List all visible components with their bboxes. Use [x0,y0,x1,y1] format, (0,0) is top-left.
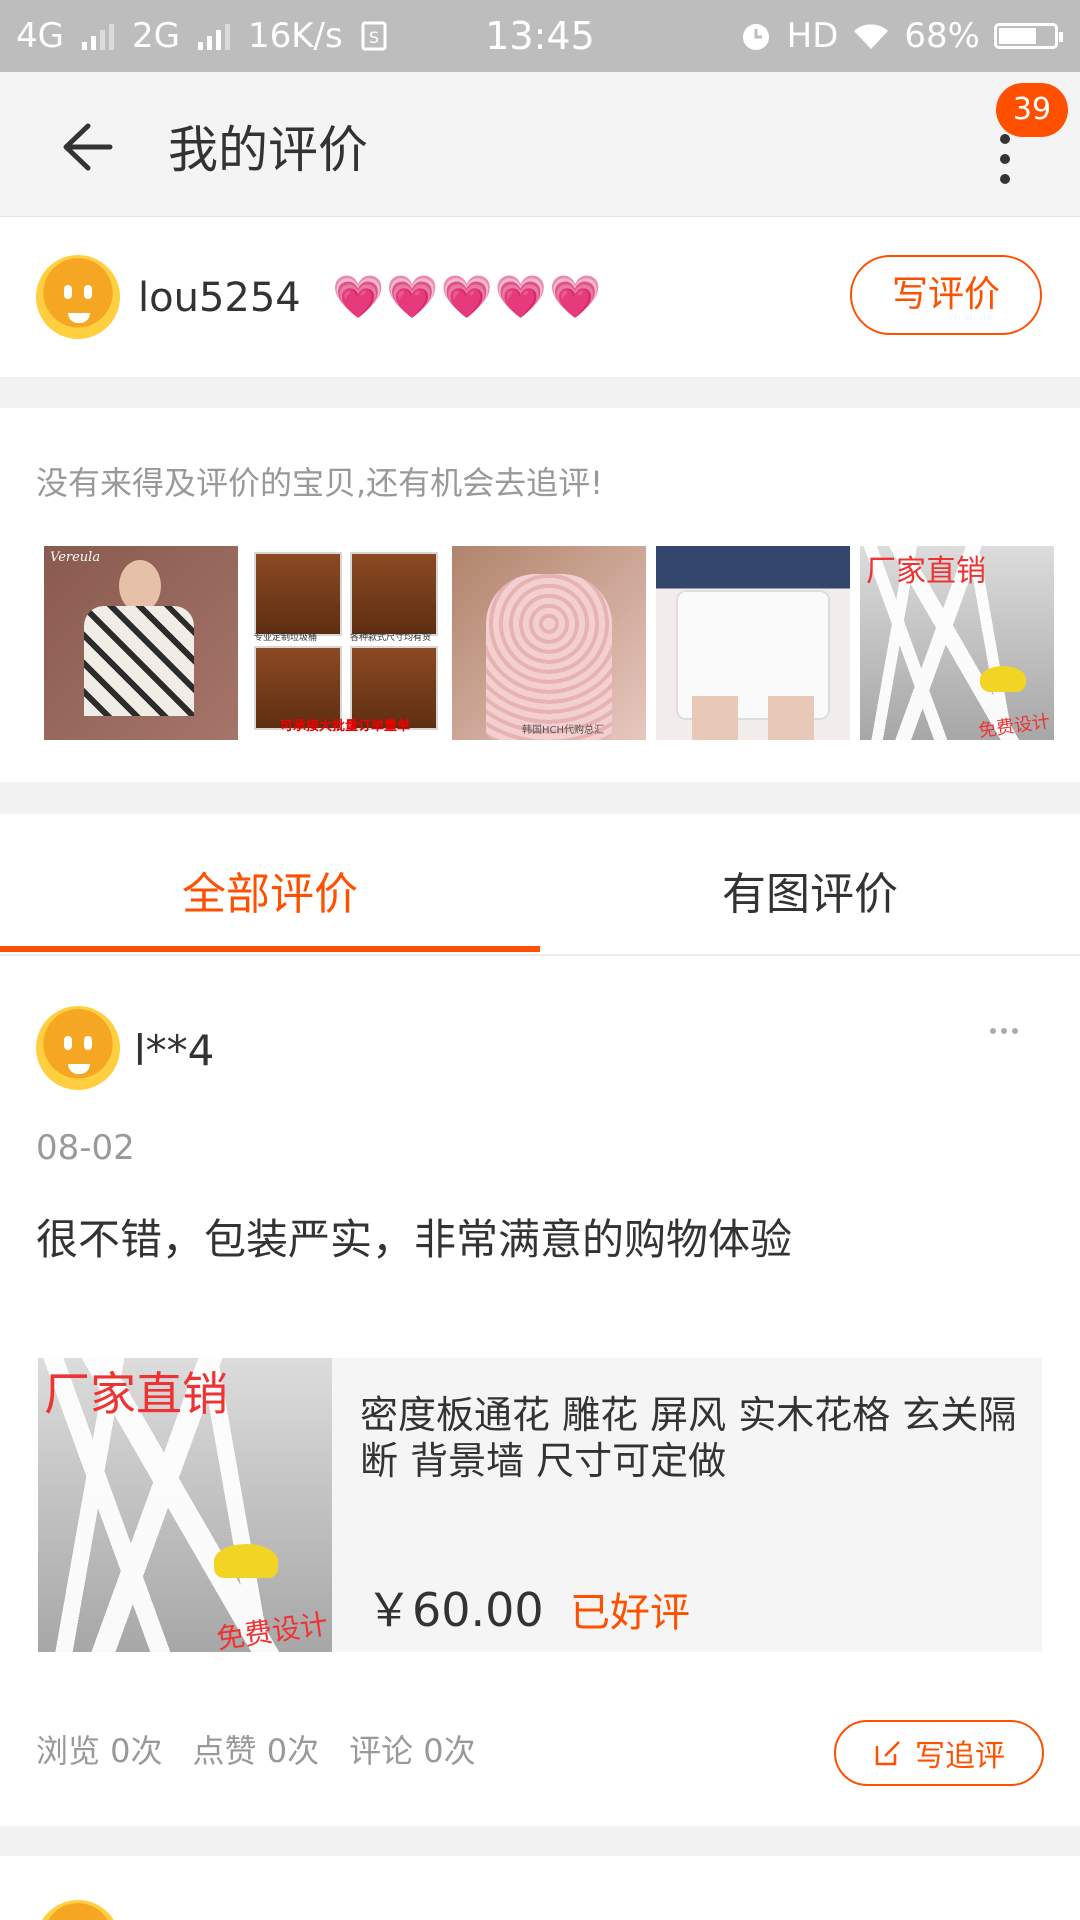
tab-all-reviews[interactable]: 全部评价 [0,858,540,922]
reviewer-avatar[interactable] [36,1006,120,1090]
write-follow-up-button[interactable]: 写追评 [834,1720,1044,1786]
pending-item-white-shorts[interactable] [656,546,850,740]
comments-count: 评论 0次 [349,1732,476,1770]
next-review-card [0,1856,1080,1920]
hd-label: HD [786,16,839,56]
more-horizontal-icon[interactable] [990,1028,1018,1034]
product-image: 厂家直销 免费设计 [38,1358,332,1652]
write-review-button[interactable]: 写评价 [850,255,1042,335]
battery-icon [994,23,1063,49]
battery-level [999,28,1036,44]
bin-label: 专业定制垃圾桶 [254,633,318,643]
pending-item-lace-dress[interactable]: 韩国HCH代购总汇 [452,546,646,740]
heart-icon: 💗 [332,272,385,321]
product-card[interactable]: 厂家直销 免费设计 密度板通花 雕花 屏风 实木花格 玄关隔断 背景墙 尺寸可定… [38,1358,1042,1652]
review-card: l**4 08-02 很不错，包装严实，非常满意的购物体验 厂家直销 免费设计 … [0,956,1080,1826]
active-tab-indicator [0,946,540,952]
shop-caption: 韩国HCH代购总汇 [522,725,605,736]
review-status: 已好评 [570,1590,690,1636]
follow-up-label: 写追评 [915,1739,1005,1774]
status-bar: 4G 2G 16K/s S 13:45 HD 68% [0,0,1080,72]
tab-image-reviews[interactable]: 有图评价 [540,858,1080,922]
reviewer-avatar[interactable] [36,1900,120,1920]
heart-icon: 💗 [440,272,493,321]
back-arrow-icon[interactable] [48,112,118,182]
seal-text: 厂家直销 [866,554,986,589]
review-text: 很不错，包装严实，非常满意的购物体验 [36,1215,793,1264]
credit-hearts: 💗 💗 💗 💗 💗 [332,273,601,321]
app-bar: 我的评价 [0,72,1080,217]
views-count: 浏览 0次 [36,1732,163,1770]
battery-percent: 68% [904,16,980,56]
heart-icon: 💗 [549,272,602,321]
seal-text: 厂家直销 [44,1367,228,1421]
product-name: 密度板通花 雕花 屏风 实木花格 玄关隔断 背景墙 尺寸可定做 [360,1393,1017,1483]
pending-item-trash-bins[interactable]: 专业定制垃圾桶 各种款式尺寸均有货 可承接大批量订单量单 [248,546,442,740]
alarm-icon [742,24,769,50]
heart-icon: 💗 [494,272,548,321]
review-date: 08-02 [36,1128,135,1168]
page-title: 我的评价 [168,121,368,179]
reviewer-name: l**4 [134,1026,215,1075]
bin-caption: 可承接大批量订单量单 [279,719,410,734]
user-summary: lou5254 💗 💗 💗 💗 💗 写评价 [0,217,1080,377]
edit-icon [875,1741,900,1766]
more-vertical-icon[interactable] [990,134,1020,204]
pending-item-blouse[interactable]: Vereula [44,546,238,740]
username: lou5254 [138,275,301,321]
likes-count: 点赞 0次 [192,1732,320,1770]
review-tabs: 全部评价 有图评价 [0,814,1080,956]
pending-reviews: 没有来得及评价的宝贝,还有机会去追评! Vereula 专业定制垃圾桶 各种款式… [0,408,1080,782]
product-price: ￥60.00 [366,1583,544,1637]
pending-thumbnails: Vereula 专业定制垃圾桶 各种款式尺寸均有货 可承接大批量订单量单 韩国H… [44,546,1054,740]
notification-badge: 39 [996,83,1068,137]
status-right: HD 68% [739,16,1063,56]
avatar[interactable] [36,255,120,339]
pending-item-screen-divider[interactable]: 厂家直销 免费设计 [860,546,1054,740]
review-stats: 浏览 0次 点赞 0次 评论 0次 [36,1726,476,1772]
pending-hint: 没有来得及评价的宝贝,还有机会去追评! [36,464,604,502]
bin-label: 各种款式尺寸均有货 [350,633,432,643]
brand-caption: Vereula [50,550,101,565]
heart-icon: 💗 [386,272,439,321]
wifi-icon [854,24,889,49]
